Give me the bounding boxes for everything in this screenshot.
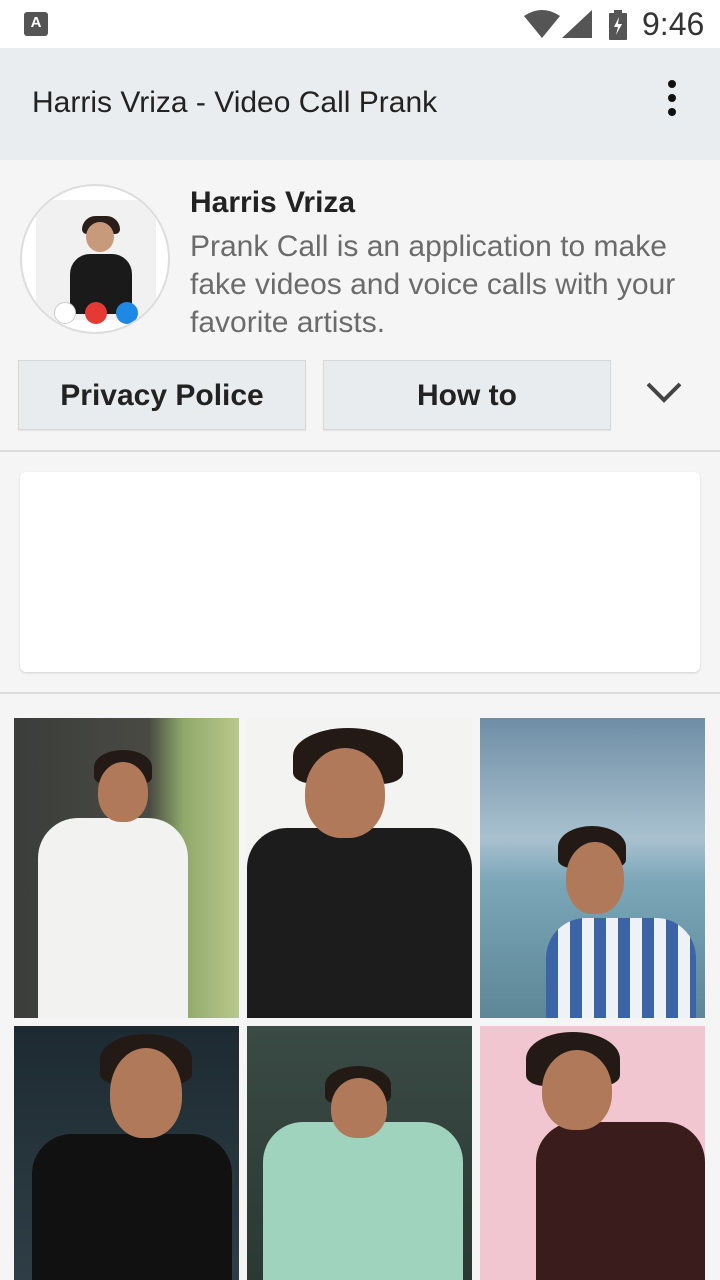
avatar-image	[36, 200, 156, 324]
status-bar: A 9:46	[0, 0, 720, 48]
ad-card[interactable]	[20, 472, 700, 672]
photo-tile[interactable]	[480, 718, 705, 1018]
photo-tile[interactable]	[14, 1026, 239, 1280]
divider	[0, 450, 720, 452]
profile-section: Harris Vriza Prank Call is an applicatio…	[0, 160, 720, 360]
photo-tile[interactable]	[247, 1026, 472, 1280]
more-vert-icon[interactable]	[652, 74, 692, 130]
profile-name: Harris Vriza	[190, 186, 356, 219]
how-to-button[interactable]: How to	[323, 360, 611, 430]
divider	[0, 692, 720, 694]
notification-a-icon: A	[24, 12, 48, 36]
app-bar: Harris Vriza - Video Call Prank	[0, 48, 720, 160]
wifi-icon	[524, 10, 560, 38]
photo-tile[interactable]	[480, 1026, 705, 1280]
photo-tile[interactable]	[247, 718, 472, 1018]
avatar	[20, 184, 170, 334]
status-time: 9:46	[642, 6, 705, 42]
signal-icon	[562, 10, 592, 38]
photo-tile[interactable]	[14, 718, 239, 1018]
chevron-down-icon[interactable]	[644, 378, 684, 408]
page-title: Harris Vriza - Video Call Prank	[32, 86, 438, 119]
profile-description: Prank Call is an application to make fak…	[190, 230, 676, 339]
privacy-policy-button[interactable]: Privacy Police	[18, 360, 306, 430]
battery-charging-icon	[609, 10, 627, 40]
